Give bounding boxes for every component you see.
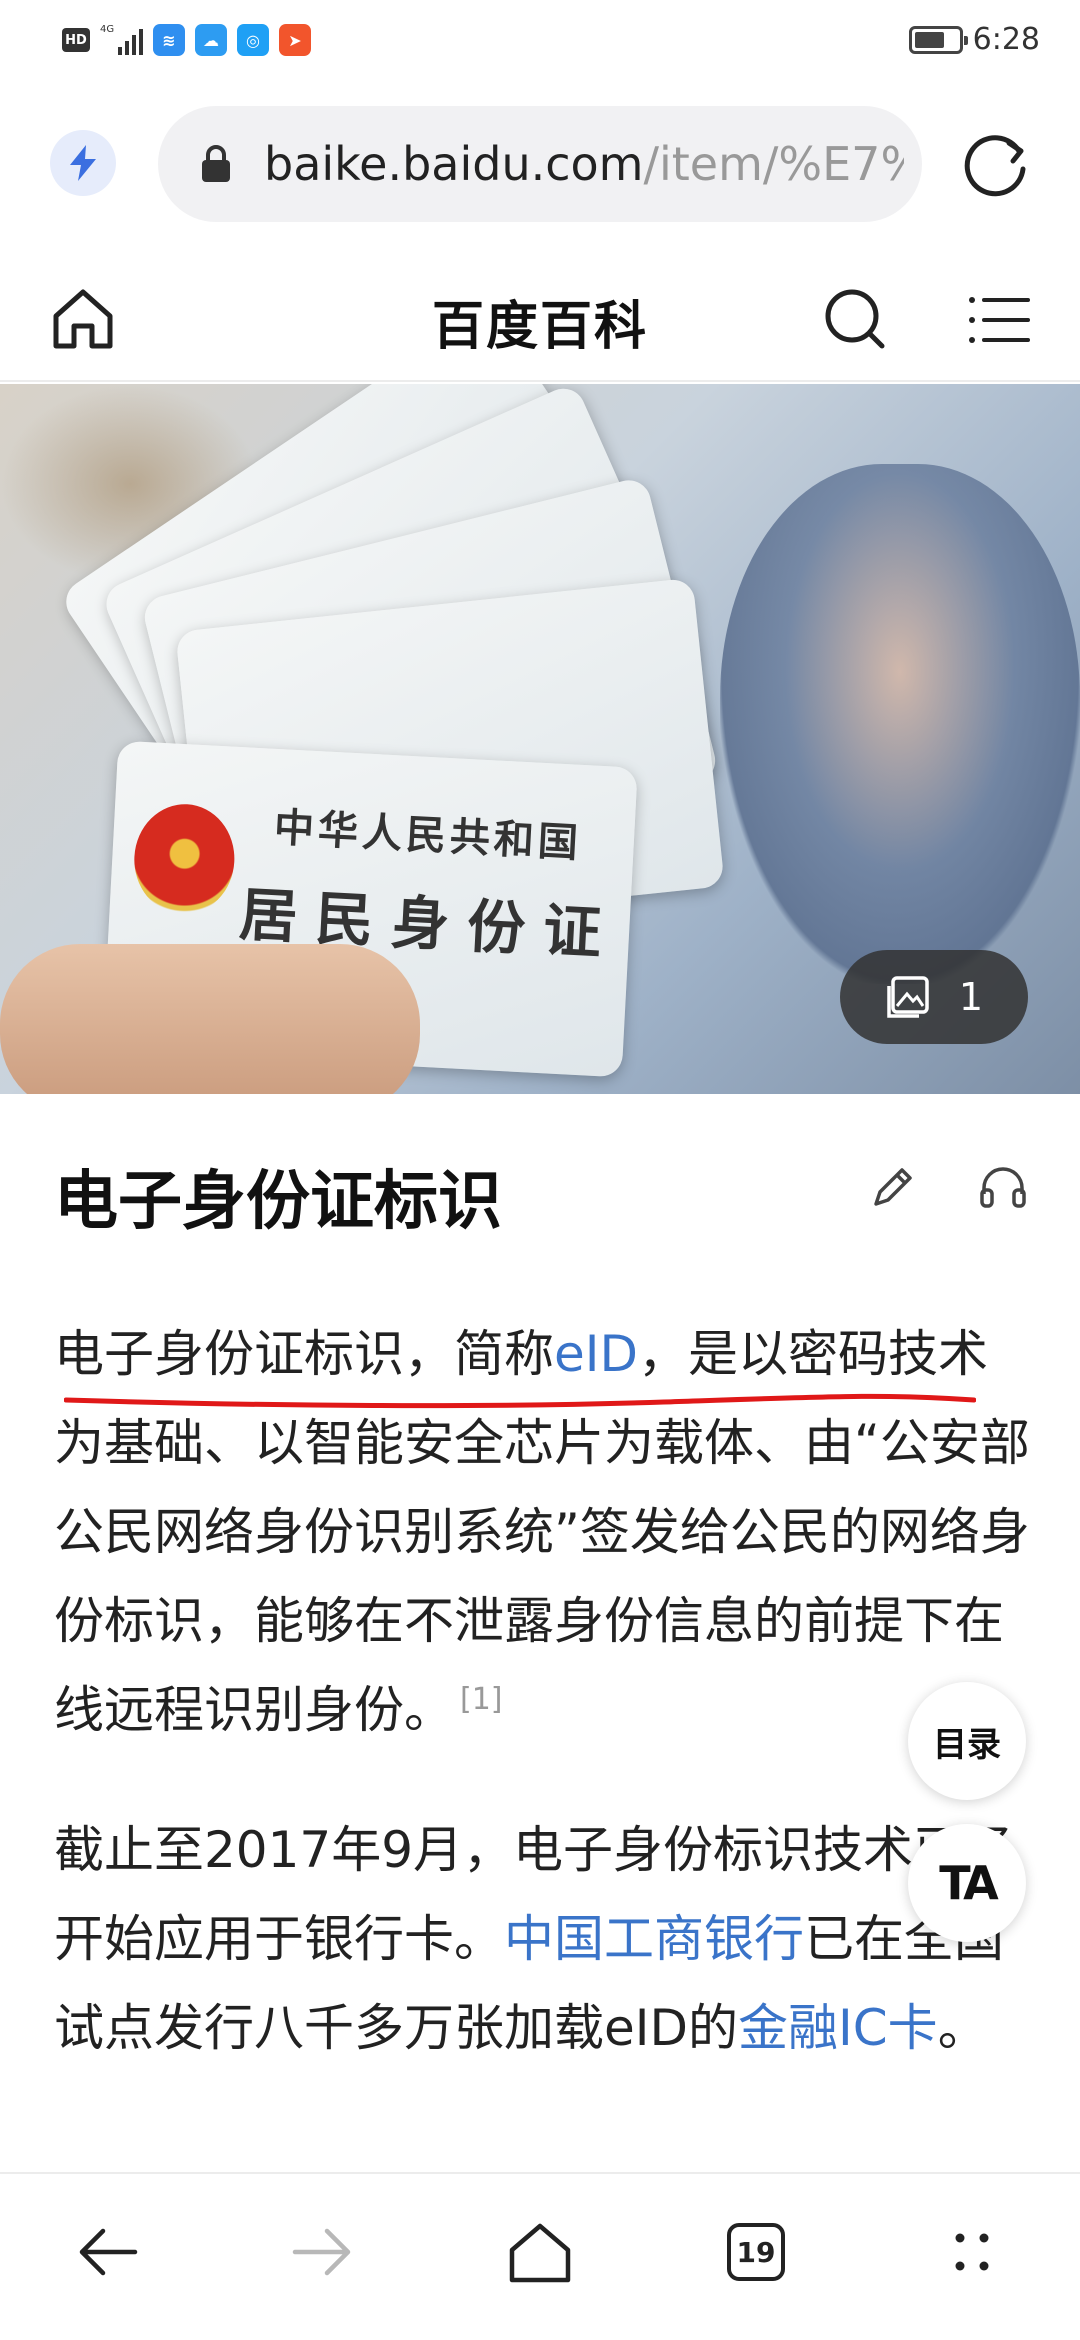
site-menu-button[interactable] (964, 286, 1034, 356)
national-emblem (131, 801, 238, 917)
photo-count-badge[interactable]: 1 (840, 950, 1028, 1044)
home-button[interactable] (500, 2212, 580, 2292)
hand-thumb (0, 944, 420, 1094)
home-icon (509, 2223, 571, 2283)
id-card-line1: 中华人民共和国 (272, 803, 583, 867)
search-icon (825, 289, 885, 349)
arrow-right-icon (292, 2228, 351, 2276)
search-button[interactable] (820, 284, 890, 354)
address-bar[interactable]: baike.baidu.com/item/%E7%9 (158, 106, 922, 222)
reload-icon (964, 135, 1026, 197)
status-time: 6:28 (972, 22, 1040, 57)
tab-count: 19 (727, 2223, 785, 2281)
article-paragraph-2: 截止至2017年9月，电子身份标识技术已经开始应用于银行卡。中国工商银行已在全国… (54, 1806, 1034, 2073)
tabs-button[interactable]: 19 (716, 2212, 796, 2292)
headphones-icon (980, 1167, 1026, 1208)
ic-card-link[interactable]: 金融IC卡 (738, 1999, 938, 2057)
para2-text-3: 。 (937, 1999, 988, 2057)
weather-app-icon: ☁ (195, 24, 227, 56)
quick-action-button[interactable] (50, 130, 116, 196)
article-title: 电子身份证标识 (54, 1165, 502, 1239)
url-path: /item/%E7%9 (643, 137, 904, 191)
lightning-icon (70, 145, 96, 181)
gallery-icon (887, 976, 929, 1018)
photo-count: 1 (958, 975, 984, 1019)
dots-menu-icon (955, 2233, 989, 2271)
battery-icon (908, 25, 968, 54)
para1-intro: 电子身份证标识，简称 (54, 1325, 554, 1383)
forward-button[interactable] (282, 2212, 362, 2292)
listen-button[interactable] (976, 1160, 1030, 1214)
article-paragraph-1: 电子身份证标识，简称eID，是以密码技术为基础、以智能安全芯片为载体、由“公安部… (54, 1310, 1034, 1755)
qq-app-icon: ◎ (237, 24, 269, 56)
edit-button[interactable] (866, 1160, 920, 1214)
browser-bottom-nav: 19 (0, 2172, 1080, 2340)
app-notification-icon: ≋ (153, 24, 185, 56)
ta-button[interactable]: TA (908, 1824, 1026, 1942)
pencil-icon (874, 1168, 912, 1206)
red-underline-annotation (64, 1393, 976, 1409)
list-menu-icon (969, 297, 1030, 343)
lock-icon (202, 145, 230, 182)
hero-image[interactable]: 中华人民共和国 居民身份证 1 (0, 384, 1080, 1094)
url-domain: baike.baidu.com (264, 137, 644, 191)
url-text[interactable]: baike.baidu.com/item/%E7%9 (264, 137, 904, 191)
back-button[interactable] (68, 2212, 148, 2292)
signal-icon: 4G (100, 25, 143, 55)
reload-button[interactable] (958, 126, 1034, 202)
arrow-left-icon (79, 2228, 138, 2276)
icbc-link[interactable]: 中国工商银行 (504, 1910, 804, 1968)
more-menu-button[interactable] (932, 2212, 1012, 2292)
site-title: 百度百科 (431, 297, 648, 357)
send-app-icon: ➤ (279, 24, 311, 56)
network-type: 4G (100, 24, 115, 35)
hd-badge: HD (62, 28, 90, 52)
table-of-contents-button[interactable]: 目录 (908, 1682, 1026, 1800)
citation-link[interactable]: [1] (460, 1682, 503, 1717)
eid-link[interactable]: eID (554, 1325, 638, 1383)
site-header: 百度百科 (0, 262, 1080, 382)
status-bar: HD 4G ≋ ☁ ◎ ➤ 6:28 (0, 0, 1080, 80)
